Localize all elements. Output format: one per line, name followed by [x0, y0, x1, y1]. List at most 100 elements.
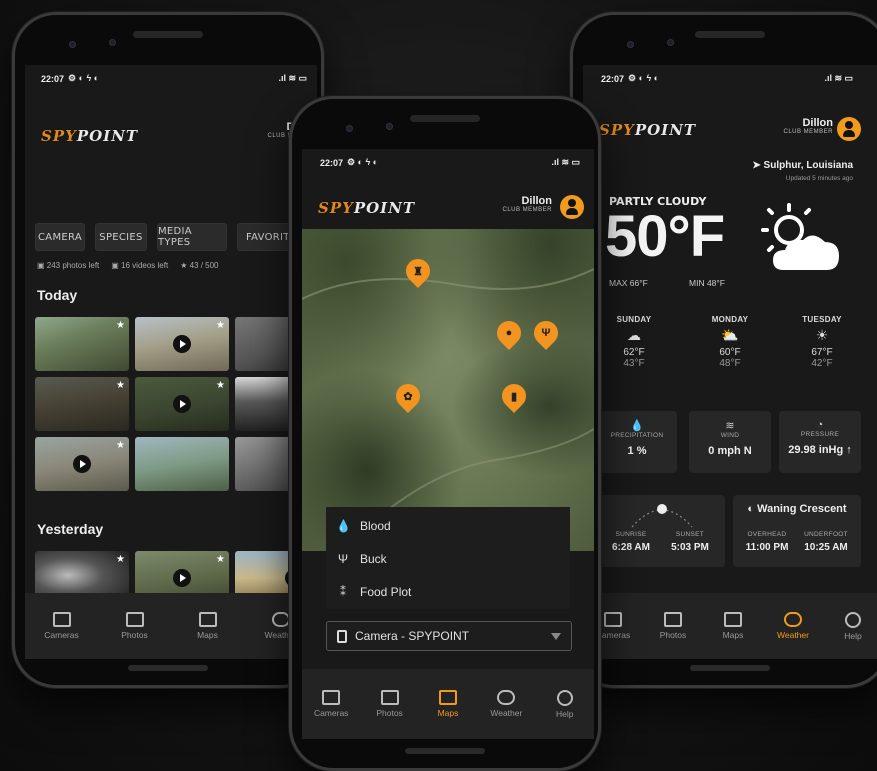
nav-photos[interactable]: Photos — [106, 612, 164, 640]
updated-label: Updated 5 minutes ago — [785, 175, 853, 182]
trail-lines — [302, 268, 594, 551]
sun-card: SUNRISE 6:28 AM SUNSET 5:03 PM — [597, 495, 725, 567]
camera-icon: ▮ — [510, 390, 518, 403]
nav-maps[interactable]: Maps — [419, 690, 477, 718]
photos-icon — [380, 690, 399, 705]
play-icon — [173, 569, 191, 587]
map-legend: 💧 Blood Ψ Buck ⁑ Food Plot — [326, 507, 570, 609]
bottom-nav: Cameras Photos Maps Weather Help — [583, 593, 877, 659]
help-icon — [845, 611, 861, 628]
gauge-icon: ◔ — [816, 419, 824, 431]
forecast-day: SUNDAY ☁ 62°F 43°F — [599, 315, 669, 369]
satellite-map[interactable]: ♜ ● Ψ ✿ ▮ — [302, 229, 594, 551]
play-icon — [173, 395, 191, 413]
camera-icon — [337, 629, 347, 643]
video-thumb[interactable]: ★ — [35, 437, 129, 491]
nav-help[interactable]: Help — [536, 689, 594, 719]
nav-photos[interactable]: Photos — [644, 612, 702, 640]
wind-icon: ≋ — [725, 420, 735, 432]
camera-pin[interactable]: ▮ — [497, 379, 531, 413]
weather-icon — [497, 690, 516, 705]
wind-card: ≋ WIND 0 mph N — [689, 411, 771, 473]
partly-cloudy-icon — [761, 203, 839, 270]
map-icon — [724, 612, 742, 627]
phone-gallery: 22:07⚙ ◐ ϟ ◐ .ıl ≋ ▭ SPYPOINT DillonCLUB… — [12, 12, 324, 688]
forecast-day: TUESDAY ☀ 67°F 42°F — [787, 315, 857, 369]
photo-thumb[interactable]: ★ — [35, 377, 129, 431]
sun-icon: ☀ — [815, 327, 829, 343]
avatar[interactable] — [560, 195, 584, 219]
location-label[interactable]: ➤ Sulphur, Louisiana — [752, 160, 853, 171]
phone-weather: 22:07 ⚙ ◐ ϟ ◐ .ıl ≋ ▭ SPYPOINT Dillon CLUB… — [570, 12, 877, 688]
map-screen: 22:07 ⚙ ◐ ϟ ◐ .ıl ≋ ▭ SPYPOINT Dillon CLUB… — [302, 149, 594, 739]
section-yesterday: Yesterday — [37, 521, 104, 537]
nav-maps[interactable]: Maps — [179, 612, 237, 640]
nav-cameras[interactable]: Cameras — [33, 612, 91, 640]
phone-maps: 22:07 ⚙ ◐ ϟ ◐ .ıl ≋ ▭ SPYPOINT Dillon CLUB… — [289, 96, 601, 771]
filter-media-types[interactable]: MEDIA TYPES — [157, 223, 227, 251]
section-today: Today — [37, 287, 78, 303]
bottom-nav: Cameras Photos Maps Weather — [25, 593, 317, 659]
filter-species[interactable]: SPECIES — [95, 223, 147, 251]
weather-icon — [784, 612, 802, 627]
user-menu[interactable]: DillonCLUB MEMBER — [462, 195, 552, 213]
paw-icon: ✿ — [403, 390, 413, 403]
sun-arc-icon — [631, 504, 693, 528]
photos-icon — [125, 612, 144, 627]
storage-stats: ▣ 243 photos left ▣ 16 videos left ★ 43 … — [37, 261, 219, 270]
spypoint-logo: SPYPOINT — [41, 127, 139, 145]
nav-weather[interactable]: Weather — [477, 690, 535, 718]
legend-food-plot[interactable]: ⁑ Food Plot — [326, 575, 570, 608]
drop-icon: ● — [505, 327, 513, 339]
camera-icon — [604, 612, 622, 627]
precipitation-card: 💧 PRECIPITATION 1 % — [597, 411, 677, 473]
chevron-down-icon — [551, 632, 561, 640]
moon-card: ◐ Waning Crescent OVERHEAD 11:00 PM UNDER… — [733, 495, 861, 567]
partly-sunny-icon: ⛅ — [721, 327, 739, 343]
weather-screen: 22:07 ⚙ ◐ ϟ ◐ .ıl ≋ ▭ SPYPOINT Dillon CLUB… — [583, 65, 877, 659]
map-icon — [198, 612, 217, 627]
star-icon: ★ — [180, 261, 190, 270]
buck-pin[interactable]: Ψ — [529, 316, 563, 350]
tower-pin[interactable]: ♜ — [401, 254, 435, 288]
photo-icon: ▣ — [37, 261, 47, 270]
track-pin[interactable]: ✿ — [391, 379, 425, 413]
wheat-icon: ⁑ — [340, 584, 346, 599]
legend-buck[interactable]: Ψ Buck — [326, 542, 570, 575]
pressure-card: ◔ PRESSURE 29.98 inHg ↑ — [779, 411, 861, 473]
avatar[interactable] — [837, 117, 861, 141]
user-menu[interactable]: DillonCLUB MEMBER — [743, 117, 833, 135]
bottom-nav: Cameras Photos Maps Weather Help — [302, 669, 594, 739]
photo-thumb[interactable]: ★ — [35, 317, 129, 371]
play-icon — [173, 335, 191, 353]
filter-camera[interactable]: CAMERA — [35, 223, 85, 251]
camera-icon — [322, 690, 341, 705]
cloud-icon: ☁ — [627, 327, 641, 343]
nav-maps[interactable]: Maps — [704, 612, 762, 640]
nav-photos[interactable]: Photos — [361, 690, 419, 718]
drop-icon: 💧 — [336, 518, 351, 533]
nav-help[interactable]: Help — [824, 611, 877, 641]
min-temp: MIN 48°F — [689, 278, 725, 288]
location-arrow-icon: ➤ — [752, 160, 764, 171]
camera-select[interactable]: Camera - SPYPOINT — [326, 621, 572, 651]
deer-icon: Ψ — [337, 551, 349, 566]
legend-blood[interactable]: 💧 Blood — [326, 509, 570, 542]
weather-icon — [271, 612, 290, 627]
help-icon — [556, 689, 573, 706]
photos-icon — [664, 612, 682, 627]
moon-icon: ◐ — [747, 503, 758, 515]
video-thumb[interactable]: ★ — [135, 317, 229, 371]
tower-icon: ♜ — [413, 265, 423, 278]
play-icon — [73, 455, 91, 473]
nav-cameras[interactable]: Cameras — [302, 690, 360, 718]
blood-pin[interactable]: ● — [492, 316, 526, 350]
photo-thumb[interactable] — [135, 437, 229, 491]
drop-icon: 💧 — [630, 420, 644, 432]
video-thumb[interactable]: ★ — [135, 377, 229, 431]
spypoint-logo: SPYPOINT — [318, 199, 416, 217]
gallery-screen: 22:07⚙ ◐ ϟ ◐ .ıl ≋ ▭ SPYPOINT DillonCLUB… — [25, 65, 317, 659]
nav-weather[interactable]: Weather — [764, 612, 822, 640]
camera-icon — [52, 612, 71, 627]
forecast-day: MONDAY ⛅ 60°F 48°F — [695, 315, 765, 369]
